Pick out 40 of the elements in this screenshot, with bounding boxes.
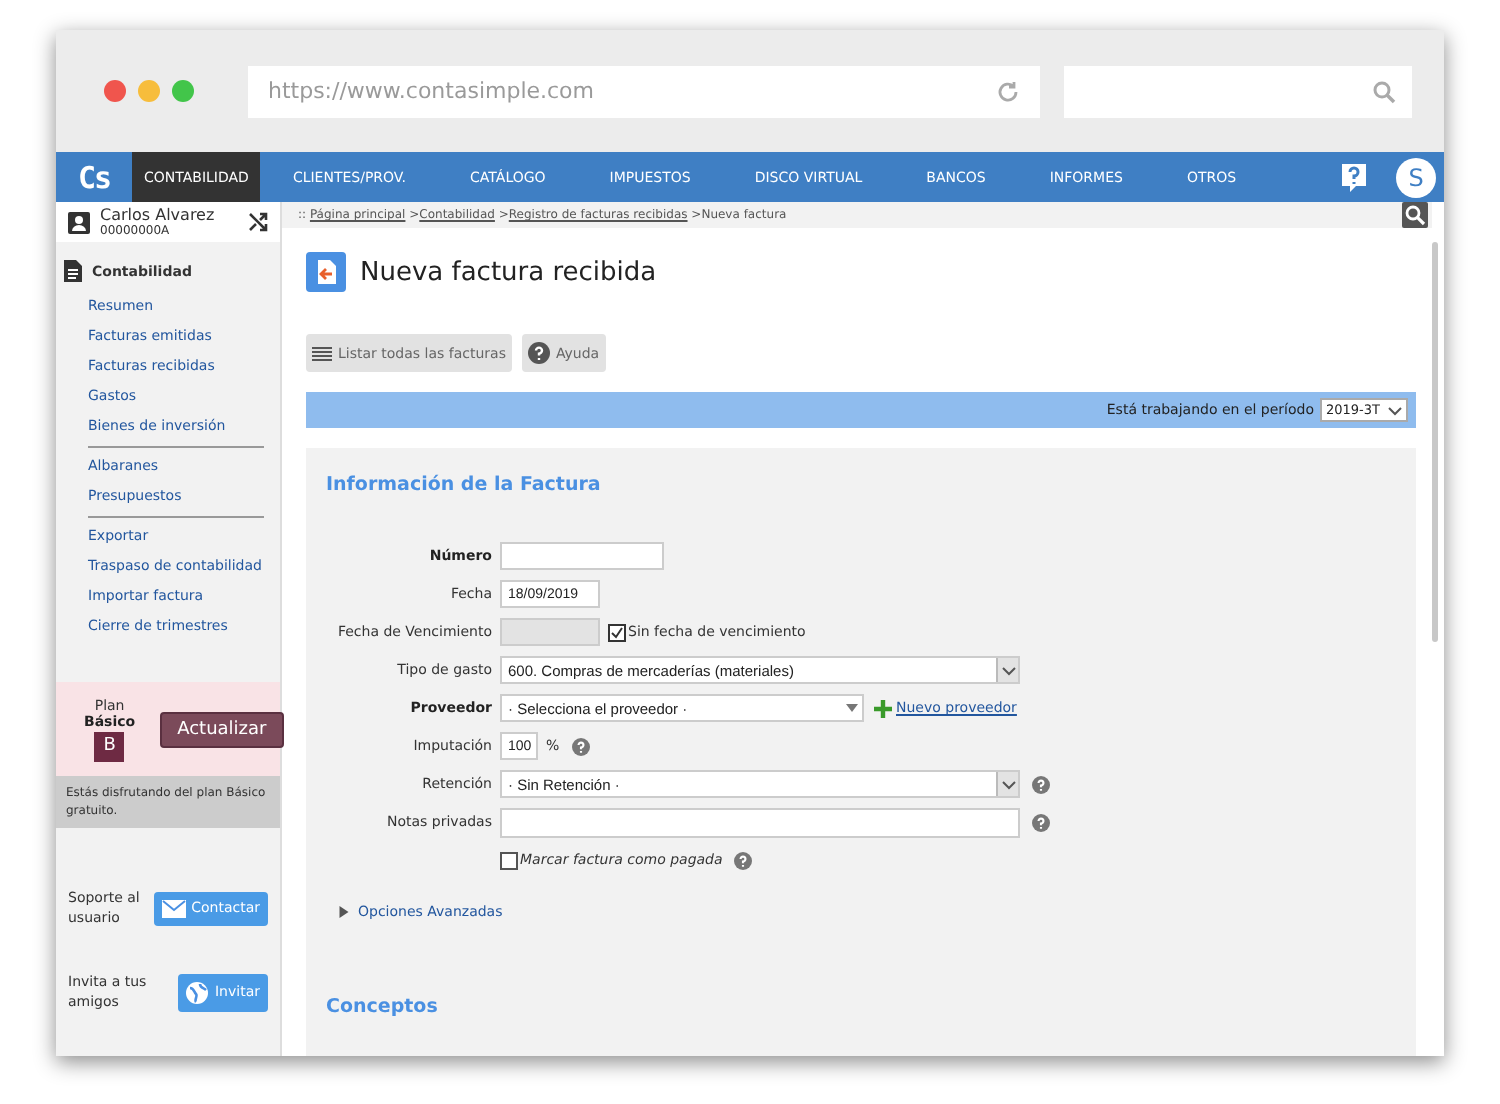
search-icon[interactable] <box>1402 202 1428 228</box>
chevron-icon <box>1001 665 1015 675</box>
user-card-icon <box>68 211 90 233</box>
avatar[interactable]: S <box>1396 157 1436 197</box>
shuffle-icon[interactable] <box>248 212 268 232</box>
reload-icon[interactable] <box>996 79 1020 103</box>
chevron-icon <box>1388 405 1402 415</box>
help-icon[interactable] <box>1032 775 1050 793</box>
help-icon <box>527 342 550 364</box>
checkbox[interactable] <box>608 623 626 641</box>
help-icon[interactable] <box>1340 161 1368 193</box>
date-field[interactable] <box>500 618 600 646</box>
help-icon[interactable] <box>734 851 753 869</box>
invoice-icon <box>306 252 346 292</box>
section-heading: Información de la Factura <box>326 474 603 496</box>
upgrade-button[interactable]: Actualizar <box>159 711 285 747</box>
chevron-icon <box>1001 779 1015 789</box>
maximize-dot[interactable] <box>172 80 194 102</box>
checkbox[interactable] <box>500 851 518 869</box>
list-icon <box>312 345 332 361</box>
page-title: Nueva factura recibida <box>360 257 657 287</box>
document-icon <box>64 260 82 282</box>
plan-badge: B <box>94 731 125 761</box>
mail-icon <box>161 899 186 917</box>
expand-arrow-icon[interactable] <box>338 904 350 920</box>
scrollbar[interactable] <box>1432 242 1438 642</box>
plus-icon <box>874 699 892 717</box>
caret-icon <box>846 704 858 712</box>
search-icon <box>1372 79 1396 103</box>
minimize-dot[interactable] <box>138 80 160 102</box>
notes-field[interactable] <box>500 807 1020 837</box>
section-heading: Conceptos <box>326 996 440 1018</box>
search-field[interactable] <box>1064 65 1412 117</box>
close-dot[interactable] <box>104 80 126 102</box>
input-field[interactable] <box>500 542 664 570</box>
help-icon[interactable] <box>1032 813 1050 831</box>
help-icon[interactable] <box>571 737 590 755</box>
globe-icon <box>186 981 209 1003</box>
user-name: Carlos Alvarez <box>100 206 217 224</box>
logo[interactable]: Cs <box>56 159 132 195</box>
